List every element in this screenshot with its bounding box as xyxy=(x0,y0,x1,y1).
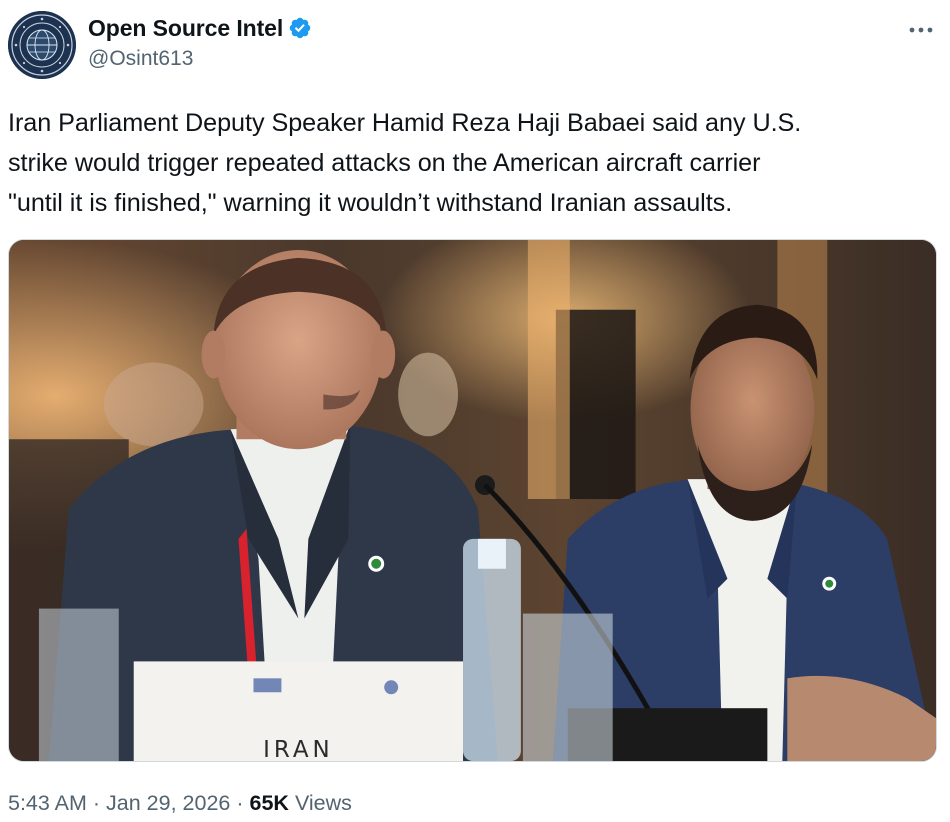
tweet-text-line: Iran Parliament Deputy Speaker Hamid Rez… xyxy=(8,109,802,137)
tweet-photo[interactable]: IRAN xyxy=(8,239,937,762)
author-handle[interactable]: @Osint613 xyxy=(88,47,193,71)
tweet-text-line: "until it is finished," warning it would… xyxy=(8,189,733,217)
meta-separator: · xyxy=(236,791,244,815)
meta-separator: · xyxy=(92,791,101,815)
nameplate-text: IRAN xyxy=(263,737,334,761)
author-display-name[interactable]: Open Source Intel xyxy=(88,15,283,42)
author-name-row: Open Source Intel xyxy=(88,13,312,43)
tweet-metadata: 5:43 AM · Jan 29, 2026 · 65K Views xyxy=(8,791,352,816)
tweet-text: Iran Parliament Deputy Speaker Hamid Rez… xyxy=(8,103,933,223)
more-dots-icon xyxy=(909,27,933,33)
author-avatar[interactable] xyxy=(8,11,76,79)
verified-badge-icon xyxy=(288,16,312,40)
tweet-text-line: strike would trigger repeated attacks on… xyxy=(8,149,761,177)
tweet-date[interactable]: Jan 29, 2026 xyxy=(106,791,230,815)
views-label: Views xyxy=(294,791,352,815)
tweet-card: Open Source Intel @Osint613 Iran Parliam… xyxy=(0,0,950,822)
conference-photo: IRAN xyxy=(9,240,936,761)
more-options-button[interactable] xyxy=(903,16,939,44)
views-count: 65K xyxy=(249,791,289,815)
tweet-time[interactable]: 5:43 AM xyxy=(8,791,87,815)
globe-emblem-avatar-icon xyxy=(8,11,76,79)
